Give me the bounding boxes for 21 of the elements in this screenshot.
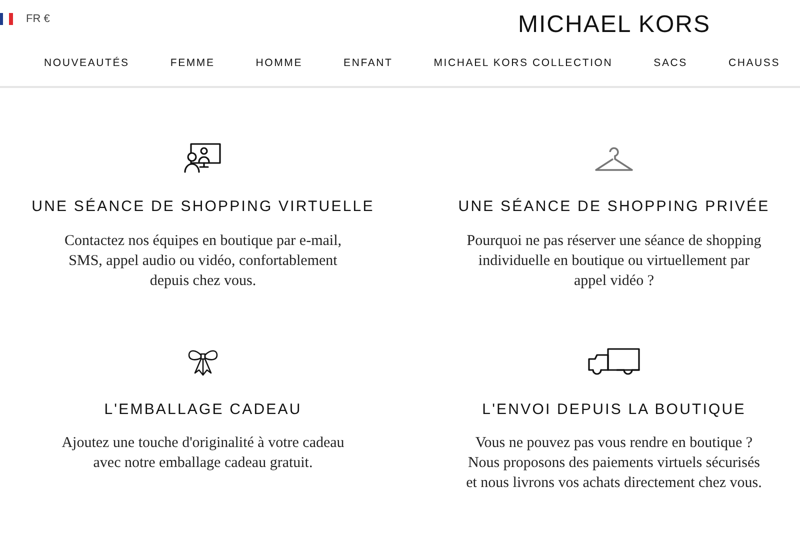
service-title: L'EMBALLAGE CADEAU (104, 400, 302, 420)
nav-link[interactable]: FEMME (170, 56, 215, 72)
flag-icon (0, 13, 14, 26)
nav-link[interactable]: HOMME (256, 56, 303, 72)
service-title: UNE SÉANCE DE SHOPPING VIRTUELLE (32, 197, 374, 217)
nav-link[interactable]: MICHAEL KORS COLLECTION (434, 56, 613, 72)
service-title: L'ENVOI DEPUIS LA BOUTIQUE (482, 400, 746, 420)
service-description: Pourquoi ne pas réserver une séance de shopping individuelle en boutique ou virtuellement par appel vidéo ? (466, 232, 762, 290)
nav-link[interactable]: NOUVEAUTÉS (44, 56, 130, 72)
brand-logo[interactable]: MICHAEL KORS (518, 13, 710, 37)
service-description: Vous ne pouvez pas vous rendre en boutique ? Nous proposons des paiements virtuels sécurisés et nous livrons vos achats directement chez vous. (466, 434, 762, 493)
service-description: Contactez nos équipes en boutique par e-mail, SMS, appel audio ou vidéo, confortablement depuis chez vous. (64, 232, 342, 290)
nav-link[interactable]: SACS (654, 56, 688, 72)
service-title: UNE SÉANCE DE SHOPPING PRIVÉE (458, 197, 770, 217)
truck-icon (587, 346, 641, 376)
video-call-icon (184, 142, 222, 174)
locale-selector[interactable]: FR € (26, 11, 50, 28)
hanger-icon (594, 146, 634, 174)
service-description: Ajoutez une touche d'originalité à votre cadeau avec notre emballage cadeau gratuit. (62, 434, 344, 473)
nav-link[interactable]: CHAUSS (728, 56, 780, 72)
nav-link[interactable]: ENFANT (344, 56, 393, 72)
